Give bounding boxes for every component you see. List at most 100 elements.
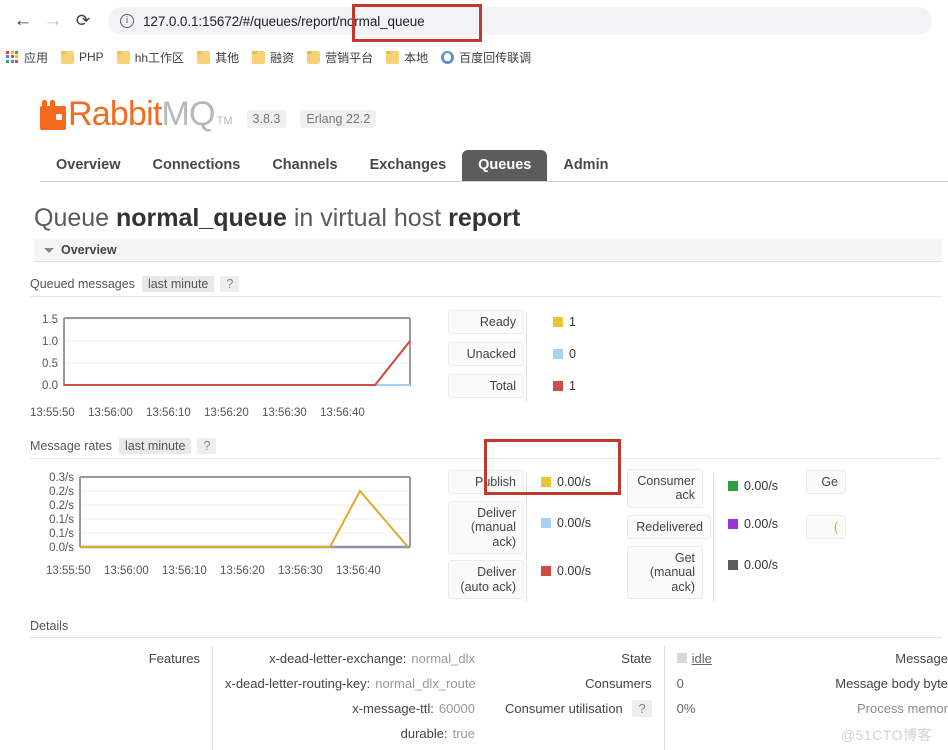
- message-rates-period[interactable]: last minute: [118, 438, 192, 454]
- tab-admin[interactable]: Admin: [547, 150, 624, 181]
- bookmark-php[interactable]: PHP: [61, 50, 104, 64]
- message-body-bytes-label: Message body byte: [835, 675, 948, 691]
- details-divider-2: [663, 645, 665, 750]
- rates-label-redelivered[interactable]: Redelivered: [627, 514, 711, 539]
- rates-row-col3-second: (: [806, 501, 846, 553]
- legend-value-row-ready: 1: [541, 309, 576, 335]
- bookmark-local[interactable]: 本地: [386, 49, 428, 66]
- process-memory-label: Process memor: [856, 700, 948, 716]
- folder-icon: [61, 50, 75, 64]
- tab-exchanges[interactable]: Exchanges: [354, 150, 463, 181]
- erlang-version-badge: Erlang 22.2: [300, 110, 377, 128]
- bookmark-label: 应用: [24, 50, 49, 65]
- svg-text:13:56:40: 13:56:40: [320, 407, 365, 419]
- swatch-unacked-icon: [553, 349, 563, 359]
- message-rates-label: Message rates: [30, 439, 112, 453]
- overview-section-header[interactable]: Overview: [34, 239, 942, 262]
- overview-section-label: Overview: [61, 243, 117, 257]
- rates-value-row-publish: 0.00/s: [541, 469, 627, 495]
- swatch-consumer-ack-icon: [728, 481, 738, 491]
- swatch-get-manual-icon: [728, 560, 738, 570]
- consumer-utilisation-label: Consumer utilisation: [505, 700, 623, 716]
- svg-text:13:56:00: 13:56:00: [104, 565, 149, 577]
- tab-channels[interactable]: Channels: [256, 150, 353, 181]
- consumer-utilisation-help-icon[interactable]: ?: [632, 699, 652, 717]
- legend-row-ready: Ready: [448, 309, 524, 335]
- details-divider-1: [212, 645, 213, 750]
- rabbitmq-logo[interactable]: Rabbit MQ TM: [40, 95, 233, 134]
- swatch-total-icon: [553, 381, 563, 391]
- rates-label-get-empty[interactable]: Ge: [806, 469, 846, 495]
- rates-label-consumer-ack[interactable]: Consumer ack: [627, 469, 703, 508]
- tab-queues[interactable]: Queues: [462, 150, 548, 181]
- legend-label-total[interactable]: Total: [448, 373, 524, 399]
- svg-text:0.0/s: 0.0/s: [49, 542, 74, 554]
- queued-messages-help-icon[interactable]: ?: [220, 276, 240, 292]
- rates-row-publish: Publish: [448, 469, 524, 495]
- rates-legend-col3-labels: Ge (: [806, 469, 846, 605]
- legend-value-row-unacked: 0: [541, 341, 576, 367]
- legend-value-total: 1: [569, 379, 576, 393]
- rates-label-get-manual-ack[interactable]: Get (manual ack): [627, 545, 703, 599]
- legend-label-ready[interactable]: Ready: [448, 309, 524, 335]
- tab-connections[interactable]: Connections: [137, 150, 257, 181]
- back-arrow-icon[interactable]: ←: [8, 6, 38, 36]
- legend-row-unacked: Unacked: [448, 341, 524, 367]
- details-grid: Features Policy x-dead-letter-exchange:n…: [30, 645, 948, 750]
- folder-icon: [116, 50, 130, 64]
- rates-value-publish: 0.00/s: [557, 475, 592, 489]
- reload-icon[interactable]: ⟳: [68, 6, 98, 36]
- consumers-label: Consumers: [585, 675, 652, 691]
- message-label: Message: [895, 650, 948, 666]
- rabbitmq-management-page: Rabbit MQ TM 3.8.3 Erlang 22.2 Overview …: [0, 72, 948, 750]
- rates-label-deliver-manual-ack[interactable]: Deliver (manual ack): [448, 501, 524, 555]
- rabbit-logo-icon: [40, 99, 66, 130]
- logo-mq-text: MQ: [161, 95, 215, 133]
- queued-messages-label: Queued messages: [30, 277, 135, 291]
- legend-value-row-total: 1: [541, 373, 576, 399]
- details-features-values: x-dead-letter-exchange: normal_dlx x-dead…: [225, 646, 476, 750]
- rates-legend-col2-values: 0.00/s 0.00/s 0.00/s: [728, 469, 806, 605]
- consumers-value: 0: [676, 676, 684, 692]
- message-rates-help-icon[interactable]: ?: [197, 438, 217, 454]
- site-info-icon[interactable]: i: [120, 14, 134, 28]
- message-rates-svg: 0.3/s 0.2/s 0.2/s 0.1/s 0.1/s 0.0/s: [49, 472, 411, 554]
- svg-text:0.1/s: 0.1/s: [49, 528, 74, 540]
- bookmark-apps[interactable]: 应用: [6, 49, 48, 66]
- rates-value-row-consumer-ack: 0.00/s: [728, 469, 806, 503]
- rates-row-consumer-ack: Consumer ack: [627, 469, 711, 508]
- svg-text:0.2/s: 0.2/s: [49, 500, 74, 512]
- svg-text:0.2/s: 0.2/s: [49, 486, 74, 498]
- feature-row-dlx-routing-key: x-dead-letter-routing-key: normal_dlx_rou…: [225, 671, 476, 696]
- rates-label-col3-second[interactable]: (: [806, 514, 846, 540]
- rates-legend-col1-values: 0.00/s 0.00/s 0.00/s: [541, 469, 627, 605]
- forward-arrow-icon[interactable]: →: [38, 6, 68, 36]
- details-state-block: State Consumers Consumer utilisation ? i…: [505, 645, 787, 750]
- queued-messages-header: Queued messages last minute ?: [30, 276, 942, 297]
- feature-value: normal_dlx: [411, 650, 475, 666]
- rates-label-deliver-auto-ack[interactable]: Deliver (auto ack): [448, 560, 524, 599]
- feature-row-durable: durable: true: [225, 721, 475, 746]
- bookmark-baidu[interactable]: 百度回传联调: [441, 49, 531, 66]
- bookmark-hh-workspace[interactable]: hh工作区: [116, 49, 184, 66]
- bookmark-label: 百度回传联调: [459, 50, 532, 65]
- legend-value-ready: 1: [569, 315, 576, 329]
- rates-label-publish[interactable]: Publish: [448, 469, 524, 495]
- bookmark-financing[interactable]: 融资: [252, 49, 294, 66]
- message-rates-header: Message rates last minute ?: [30, 438, 942, 459]
- swatch-deliver-auto-icon: [541, 566, 551, 576]
- browser-chrome: ← → ⟳ i 127.0.0.1:15672/#/queues/report/…: [0, 0, 948, 73]
- queued-messages-chart: 1.5 1.0 0.5 0.0 13:55:50 13:56:00 13:56:…: [30, 305, 420, 420]
- feature-row-dlx: x-dead-letter-exchange: normal_dlx: [225, 646, 475, 671]
- bookmarks-bar: 应用 PHP hh工作区 其他 融资 营销平台 本地 百度回传联调: [0, 42, 948, 72]
- logo-rabbit-text: Rabbit: [68, 95, 162, 133]
- bookmark-marketing-platform[interactable]: 营销平台: [307, 49, 373, 66]
- rates-value-redelivered: 0.00/s: [744, 517, 779, 531]
- legend-label-unacked[interactable]: Unacked: [448, 341, 524, 367]
- address-bar[interactable]: i 127.0.0.1:15672/#/queues/report/normal…: [108, 7, 932, 35]
- page-title: Queue normal_queue in virtual host repor…: [34, 204, 948, 233]
- bookmark-other[interactable]: 其他: [197, 49, 239, 66]
- swatch-ready-icon: [553, 317, 563, 327]
- tab-overview[interactable]: Overview: [40, 150, 137, 181]
- queued-messages-period[interactable]: last minute: [141, 276, 215, 292]
